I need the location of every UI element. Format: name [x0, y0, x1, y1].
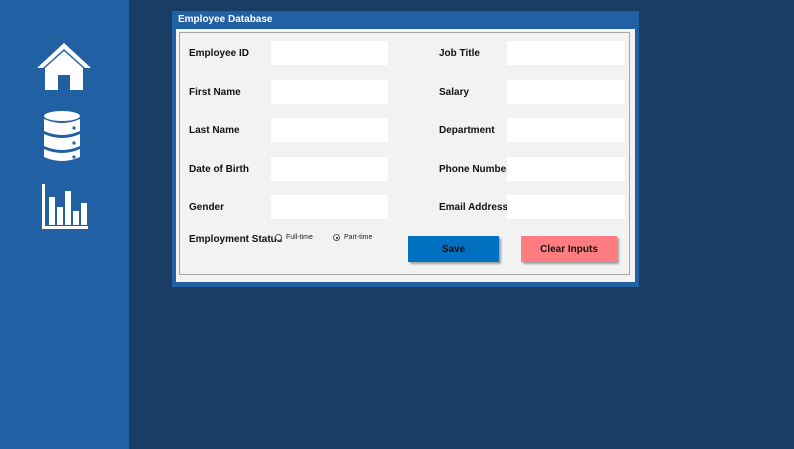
department-label: Department — [439, 125, 495, 136]
employee-id-label: Employee ID — [189, 48, 250, 59]
gender-label: Gender — [189, 202, 225, 213]
first-name-label: First Name — [189, 87, 241, 98]
email-address-label: Email Address — [439, 202, 509, 213]
home-icon[interactable] — [35, 41, 93, 91]
first-name-field[interactable] — [271, 80, 388, 104]
salary-label: Salary — [439, 87, 470, 98]
last-name-label: Last Name — [189, 125, 240, 136]
bar-chart-icon[interactable] — [41, 183, 89, 231]
employee-id-field[interactable] — [271, 41, 388, 65]
job-title-label: Job Title — [439, 48, 480, 59]
phone-number-field[interactable] — [507, 157, 625, 181]
full-time-radio-label: Full-time — [286, 234, 313, 241]
email-address-field[interactable] — [507, 195, 625, 219]
job-title-field[interactable] — [507, 41, 625, 65]
employee-form-window: Employee Database Employee ID First Name… — [172, 11, 639, 287]
gender-field[interactable] — [271, 195, 388, 219]
date-of-birth-field[interactable] — [271, 157, 388, 181]
full-time-radio-circle[interactable] — [275, 234, 282, 241]
sidebar — [0, 0, 129, 449]
last-name-field[interactable] — [271, 118, 388, 142]
part-time-radio[interactable]: Part-time — [333, 234, 372, 241]
database-icon[interactable] — [42, 110, 82, 164]
salary-field[interactable] — [507, 80, 625, 104]
department-field[interactable] — [507, 118, 625, 142]
part-time-radio-label: Part-time — [344, 234, 373, 241]
phone-number-label: Phone Number — [439, 164, 511, 175]
date-of-birth-label: Date of Birth — [189, 164, 249, 175]
save-button[interactable]: Save — [408, 236, 499, 262]
form-panel: Employee ID First Name Last Name Date of… — [176, 29, 635, 282]
part-time-radio-circle[interactable] — [333, 234, 340, 241]
form-title: Employee Database — [178, 14, 273, 25]
clear-inputs-button[interactable]: Clear Inputs — [521, 236, 617, 262]
full-time-radio[interactable]: Full-time — [275, 234, 313, 241]
employment-status-label: Employment Status — [189, 234, 283, 245]
